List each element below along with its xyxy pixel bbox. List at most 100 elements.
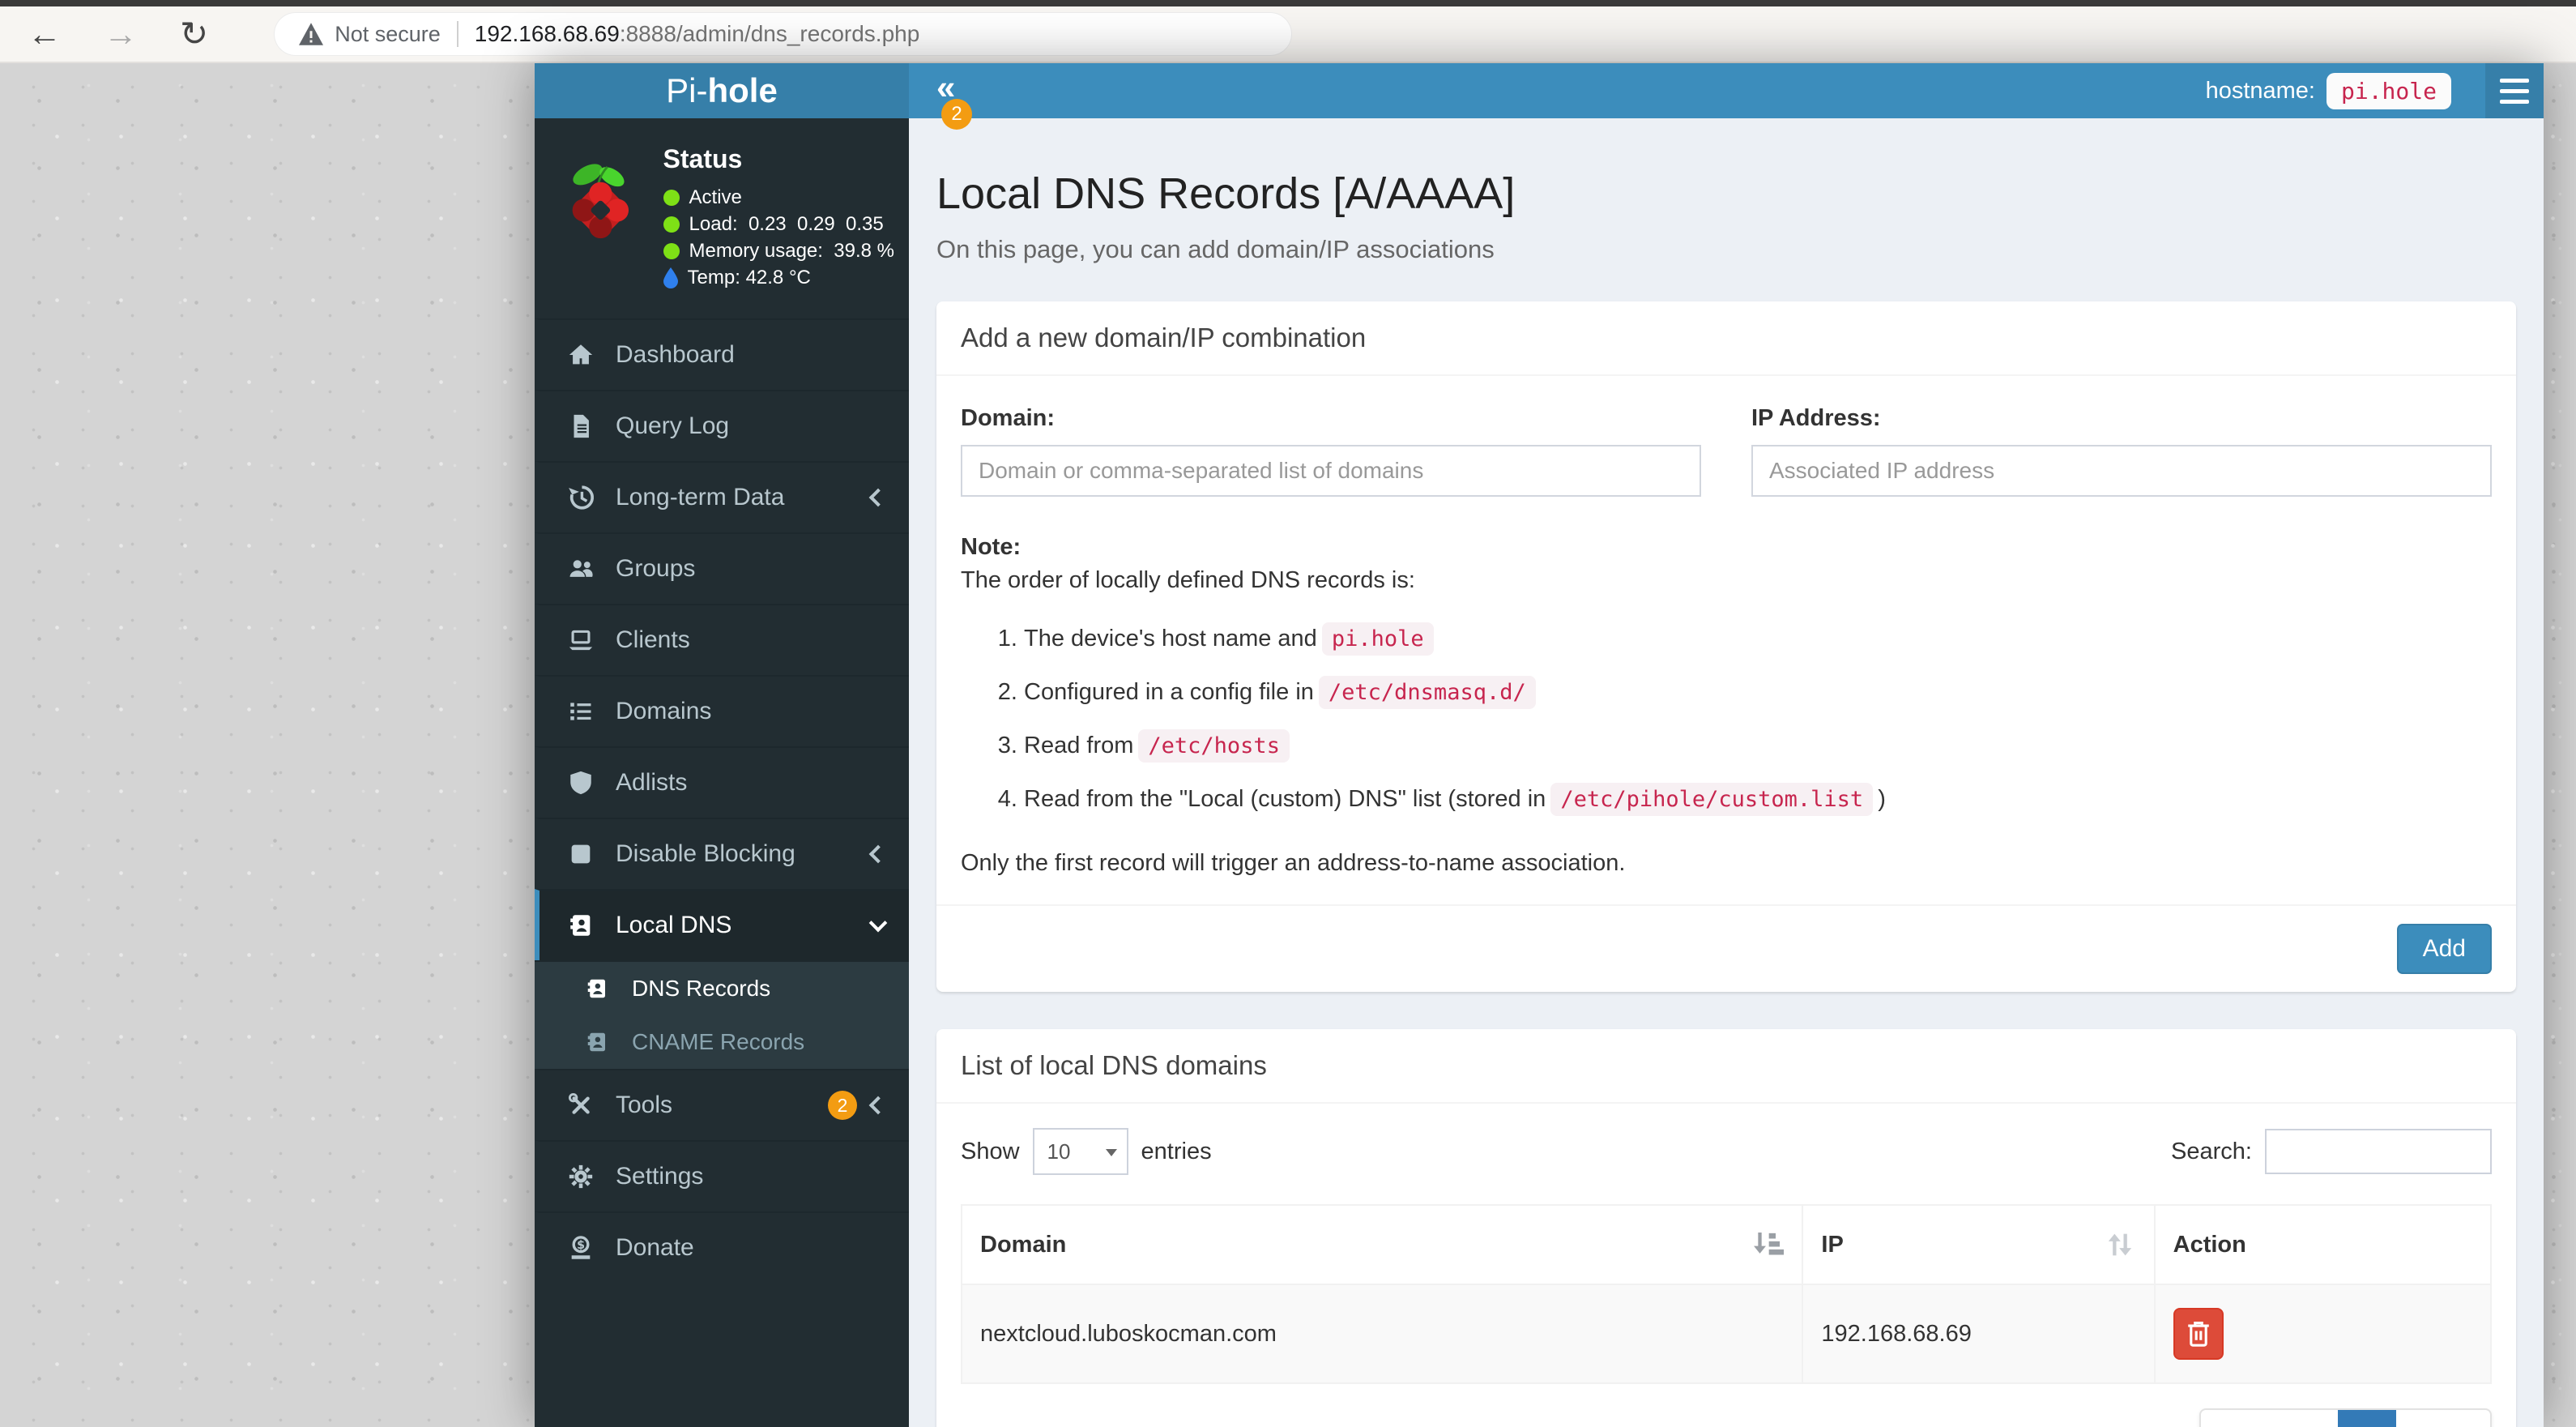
browser-toolbar: ← → ↻ Not secure 192.168.68.69:8888/admi… [0, 6, 2576, 63]
sidebar-menu: Dashboard Query Log Long-term Data Group… [535, 318, 909, 1283]
code-chip: /etc/hosts [1138, 729, 1290, 763]
status-load: Load: 0.23 0.29 0.35 [689, 213, 884, 235]
note-title: Note: [961, 534, 1021, 560]
note-footer: Only the first record will trigger an ad… [961, 850, 1626, 877]
donate-icon: $ [565, 1233, 596, 1263]
hostname-value: pi.hole [2326, 72, 2451, 109]
sidebar-item-label: Local DNS [616, 912, 732, 938]
top-navbar: « 2 hostname: pi.hole [909, 63, 2544, 130]
page-number-button[interactable]: 1 [2338, 1410, 2397, 1427]
brand-bold: hole [707, 71, 778, 109]
ip-address-input[interactable] [1751, 445, 2492, 497]
pihole-admin-window: Pi-hole « 2 hostname: pi.hole Status Act… [535, 63, 2544, 1427]
sidebar-item-dashboard[interactable]: Dashboard [535, 318, 909, 390]
dns-records-table: Domain IP Action nextcloud.luboskocman.c… [960, 1204, 2493, 1385]
sidebar-item-adlists[interactable]: Adlists [535, 746, 909, 818]
column-header-domain[interactable]: Domain [960, 1204, 1804, 1286]
sidebar-item-label: DNS Records [632, 976, 771, 1001]
sidebar-item-label: Query Log [616, 412, 730, 439]
sidebar-item-local-dns[interactable]: Local DNS [535, 889, 909, 960]
url-host: 192.168.68.69 [474, 21, 620, 46]
home-icon [565, 340, 596, 370]
url-bar[interactable]: Not secure 192.168.68.69:8888/admin/dns_… [275, 13, 1292, 55]
domain-input[interactable] [961, 445, 1701, 497]
warning-icon [299, 23, 324, 45]
temperature-icon [663, 267, 678, 288]
status-title: Status [663, 144, 743, 173]
page-title: Local DNS Records [A/AAAA] [936, 169, 1516, 218]
chevron-left-icon [868, 844, 888, 864]
add-box-title: Add a new domain/IP combination [961, 323, 1367, 352]
shield-icon [565, 767, 596, 798]
search-label: Search: [2171, 1138, 2252, 1164]
sidebar-item-label: CNAME Records [632, 1029, 805, 1054]
back-icon[interactable]: ← [28, 17, 62, 51]
chevron-left-icon [868, 488, 888, 507]
status-dot-green [663, 242, 680, 259]
table-row: nextcloud.luboskocman.com 192.168.68.69 [960, 1284, 2493, 1385]
cell-domain: nextcloud.luboskocman.com [960, 1284, 1804, 1385]
sidebar-item-settings[interactable]: Settings [535, 1140, 909, 1211]
status-block: Status Active Load: 0.23 0.29 0.35 Memor… [535, 118, 909, 318]
ip-address-label: IP Address: [1751, 405, 1881, 431]
brand-prefix: Pi- [666, 71, 708, 109]
status-dot-green [663, 216, 680, 233]
sidebar-item-domains[interactable]: Domains [535, 675, 909, 746]
sidebar-item-donate[interactable]: $ Donate [535, 1211, 909, 1283]
show-label: Show [961, 1138, 1020, 1164]
sidebar-item-long-term-data[interactable]: Long-term Data [535, 461, 909, 532]
pagination: Previous 1 Next [2199, 1408, 2492, 1427]
tools-icon [565, 1090, 596, 1121]
code-chip: /etc/pihole/custom.list [1550, 783, 1874, 817]
window-top-edge [0, 0, 2576, 6]
search-input[interactable] [2265, 1129, 2492, 1175]
entries-select-wrap: 10 [1032, 1128, 1128, 1176]
users-icon [565, 553, 596, 584]
sidebar-item-dns-records[interactable]: DNS Records [535, 962, 909, 1015]
sidebar-item-tools[interactable]: Tools 2 [535, 1069, 909, 1140]
status-active: Active [689, 186, 742, 208]
laptop-icon [565, 625, 596, 656]
dns-list-box: List of local DNS domains Show 10 entrie… [936, 1029, 2516, 1427]
sort-both-icon [2108, 1233, 2131, 1256]
pihole-logo-title[interactable]: Pi-hole [535, 63, 909, 118]
sidebar-item-label: Disable Blocking [616, 840, 795, 867]
url-path: :8888/admin/dns_records.php [619, 21, 920, 46]
column-header-ip[interactable]: IP [1802, 1204, 2156, 1286]
sidebar-item-label: Long-term Data [616, 484, 785, 511]
square-icon [565, 839, 596, 869]
sidebar-item-label: Adlists [616, 769, 688, 796]
delete-button[interactable] [2173, 1308, 2224, 1361]
sidebar-item-label: Tools [616, 1092, 673, 1118]
svg-text:$: $ [577, 1239, 585, 1252]
sidebar-item-query-log[interactable]: Query Log [535, 390, 909, 461]
next-page-button[interactable]: Next [2396, 1410, 2490, 1427]
sidebar-item-label: Groups [616, 555, 696, 582]
entries-select[interactable]: 10 [1032, 1128, 1128, 1176]
sidebar-item-label: Domains [616, 698, 712, 724]
add-button[interactable]: Add [2396, 924, 2492, 975]
previous-page-button[interactable]: Previous [2201, 1410, 2338, 1427]
sidebar-item-disable-blocking[interactable]: Disable Blocking [535, 818, 909, 889]
reload-icon[interactable]: ↻ [180, 17, 208, 51]
security-label: Not secure [335, 21, 441, 46]
sidebar-item-groups[interactable]: Groups [535, 532, 909, 604]
sidebar-item-cname-records[interactable]: CNAME Records [535, 1015, 909, 1069]
chevron-left-icon [868, 1096, 888, 1115]
sidebar-item-label: Settings [616, 1163, 704, 1190]
page-subtitle: On this page, you can add domain/IP asso… [936, 235, 1495, 263]
dns-order-list: The device's host name andpi.hole Config… [961, 622, 2492, 817]
list-box-header: List of local DNS domains [936, 1029, 2516, 1104]
menu-hamburger-icon[interactable] [2485, 63, 2544, 118]
tools-update-badge: 2 [828, 1091, 857, 1120]
code-chip: /etc/dnsmasq.d/ [1318, 676, 1536, 710]
sidebar-item-clients[interactable]: Clients [535, 604, 909, 675]
list-item: Read from/etc/hosts [1024, 728, 2492, 763]
trash-icon [2187, 1322, 2209, 1347]
update-count-badge: 2 [941, 99, 972, 130]
sidebar-item-label: Clients [616, 626, 690, 653]
list-item: Read from the "Local (custom) DNS" list … [1024, 782, 2492, 817]
forward-icon[interactable]: → [104, 17, 138, 51]
sidebar-item-label: Donate [616, 1234, 694, 1261]
sidebar-item-label: Dashboard [616, 341, 735, 368]
